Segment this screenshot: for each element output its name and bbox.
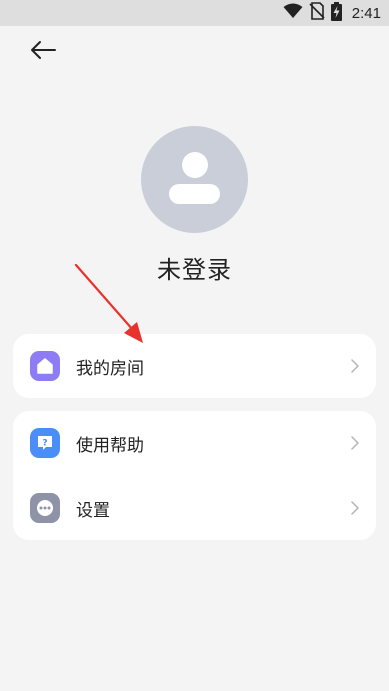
back-button[interactable]: [26, 37, 60, 67]
menu-item-settings[interactable]: 设置: [13, 476, 376, 540]
no-sim-icon: [309, 2, 325, 24]
login-status-text[interactable]: 未登录: [0, 250, 389, 285]
wifi-icon: [283, 3, 303, 23]
menu-item-my-room[interactable]: 我的房间: [13, 334, 376, 398]
chevron-right-icon: [351, 501, 359, 515]
status-time: 2:41: [351, 4, 381, 22]
svg-text:?: ?: [42, 439, 47, 449]
status-bar: 2:41: [0, 0, 389, 26]
home-icon: [30, 351, 60, 381]
menu-card-help-settings: ? 使用帮助 设置: [13, 411, 376, 540]
menu-item-help-label: 使用帮助: [76, 435, 144, 456]
avatar-head-shape: [182, 152, 208, 178]
menu-card-room: 我的房间: [13, 334, 376, 398]
menu-item-settings-label: 设置: [76, 500, 110, 521]
arrow-left-icon: [29, 40, 57, 64]
menu-item-my-room-label: 我的房间: [76, 358, 144, 379]
avatar-body-shape: [169, 184, 220, 204]
user-avatar[interactable]: [141, 126, 248, 233]
status-icons: 2:41: [283, 1, 381, 25]
chevron-right-icon: [351, 436, 359, 450]
menu-item-help[interactable]: ? 使用帮助: [13, 411, 376, 475]
help-icon: ?: [30, 428, 60, 458]
more-dots-icon: [30, 493, 60, 523]
battery-charging-icon: [330, 1, 342, 25]
chevron-right-icon: [351, 359, 359, 373]
